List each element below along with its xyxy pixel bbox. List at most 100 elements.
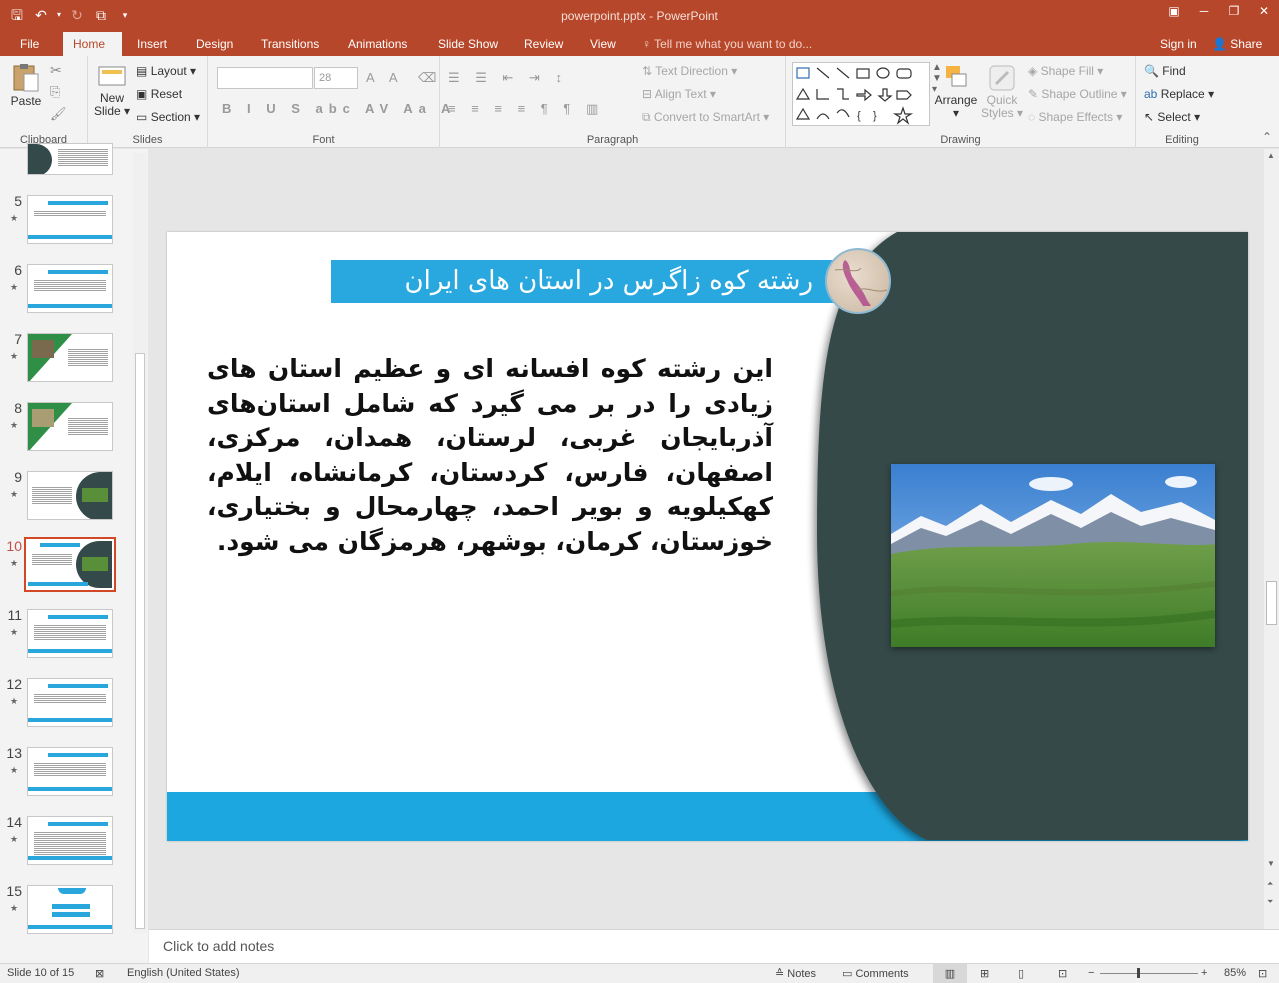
thumb-text-lines [68, 348, 108, 366]
minimize-icon[interactable]: ─ [1189, 0, 1219, 24]
slideshow-view-icon[interactable]: ⊡ [1058, 967, 1067, 980]
slide-title[interactable]: رشته کوه زاگرس در استان های ایران [331, 260, 841, 303]
zoom-level[interactable]: 85% [1224, 967, 1246, 979]
ribbon-display-icon[interactable]: ▣ [1159, 0, 1189, 24]
slide-number: 8 [14, 400, 22, 416]
tab-animations[interactable]: Animations [338, 32, 417, 56]
slide-thumbnail-14[interactable]: 14 ★ [0, 814, 130, 870]
slide-thumbnail-8[interactable]: 8 ★ [0, 400, 130, 456]
paragraph-group: ☰ ☰ ⇤ ⇥ ↕ ≡ ≡ ≡ ≡ ¶ ¶ ▥ ⇅ Text Direction… [440, 56, 786, 148]
slide-canvas[interactable]: رشته کوه زاگرس در استان های ایران این رش… [167, 232, 1248, 841]
mountain-landscape-photo[interactable] [891, 464, 1215, 647]
slide-thumbnail-6[interactable]: 6 ★ [0, 262, 130, 318]
notes-placeholder[interactable]: Click to add notes [163, 938, 274, 954]
copy-icon[interactable]: ⎘ [50, 84, 60, 100]
tab-file[interactable]: File [10, 32, 49, 56]
notes-toggle[interactable]: ≙ Notes [775, 967, 816, 980]
slide-thumbnail-13[interactable]: 13 ★ [0, 745, 130, 801]
slide-sorter-icon[interactable]: ⊞ [980, 967, 989, 980]
collapse-ribbon-icon[interactable]: ⌃ [1262, 130, 1272, 144]
slide-number: 12 [6, 676, 22, 692]
font-size-box[interactable]: 28 [314, 67, 358, 89]
find-button[interactable]: 🔍 Find [1144, 64, 1186, 78]
notes-pane[interactable]: Click to add notes [149, 929, 1279, 963]
shape-effects-button[interactable]: ◌ Shape Effects ▾ [1028, 110, 1122, 124]
slide-thumbnail-12[interactable]: 12 ★ [0, 676, 130, 732]
font-format-row[interactable]: B I U S abc AV Aa A [222, 101, 456, 116]
shapes-gallery[interactable]: {} [792, 62, 930, 126]
replace-button[interactable]: ab Replace ▾ [1144, 87, 1214, 101]
text-direction-button[interactable]: ⇅ Text Direction ▾ [642, 64, 737, 78]
format-painter-icon[interactable]: 🖌 [50, 106, 67, 122]
new-slide-button[interactable]: New Slide ▾ [94, 60, 130, 118]
tab-home[interactable]: Home [63, 32, 122, 56]
reset-button[interactable]: ▣ Reset [136, 87, 182, 101]
section-button[interactable]: ▭ Section ▾ [136, 110, 200, 124]
previous-slide-icon[interactable]: ⏶ [1267, 879, 1273, 889]
comments-toggle[interactable]: ▭ Comments [842, 967, 909, 980]
cut-icon[interactable]: ✂ [50, 62, 62, 79]
list-buttons-row[interactable]: ☰ ☰ ⇤ ⇥ ↕ [448, 70, 568, 86]
align-text-button[interactable]: ⊟ Align Text ▾ [642, 87, 716, 101]
reading-view-icon[interactable]: ▯ [1018, 967, 1024, 980]
slide-thumbnail-15[interactable]: 15 ★ [0, 883, 130, 939]
svg-text:{: { [857, 110, 861, 122]
thumbnail-scroll-thumb[interactable] [135, 353, 145, 929]
tab-view[interactable]: View [580, 32, 626, 56]
fit-slide-icon[interactable]: ⊡ [1258, 967, 1267, 980]
tab-transitions[interactable]: Transitions [251, 32, 329, 56]
slide-thumbnail-5[interactable]: 5 ★ [0, 193, 130, 249]
slide-thumbnail-7[interactable]: 7 ★ [0, 331, 130, 387]
sign-in-link[interactable]: Sign in [1160, 32, 1197, 56]
zoom-slider-track[interactable] [1100, 973, 1198, 974]
thumb-title-bar [40, 543, 80, 547]
thumbnail-scrollbar[interactable] [133, 153, 147, 933]
slide-thumbnail-11[interactable]: 11 ★ [0, 607, 130, 663]
slide-scrollbar[interactable]: ▲ ▼ ⏶ ⏷ [1264, 149, 1279, 929]
slide-thumbnail-10[interactable]: 10 ★ [0, 537, 130, 594]
next-slide-icon[interactable]: ⏷ [1267, 897, 1273, 907]
font-name-box[interactable] [217, 67, 313, 89]
slide-number: 11 [7, 607, 22, 623]
quick-styles-button[interactable]: Quick Styles ▾ [980, 62, 1024, 120]
tab-slide-show[interactable]: Slide Show [428, 32, 508, 56]
thumb-text-lines [32, 486, 72, 504]
language-indicator[interactable]: English (United States) [127, 967, 240, 979]
normal-view-icon[interactable]: ▥ [933, 964, 967, 983]
close-icon[interactable]: ✕ [1249, 0, 1279, 24]
select-button[interactable]: ↖ Select ▾ [1144, 110, 1200, 124]
tell-me-box[interactable]: ♀ Tell me what you want to do... [642, 32, 812, 56]
quick-styles-icon [989, 65, 1015, 91]
align-buttons-row[interactable]: ≡ ≡ ≡ ≡ ¶ ¶ ▥ [448, 101, 604, 117]
slide-scroll-thumb[interactable] [1266, 581, 1277, 625]
paste-button[interactable]: Paste [8, 62, 44, 108]
share-button[interactable]: 👤 Share [1212, 32, 1262, 56]
zoom-slider-thumb[interactable] [1137, 968, 1140, 978]
slide-thumbnail-9[interactable]: 9 ★ [0, 469, 130, 525]
font-size-grow-shrink[interactable]: A A [366, 70, 404, 85]
restore-icon[interactable]: ❐ [1219, 0, 1249, 24]
thumb-text-lines [34, 279, 106, 291]
arrange-button[interactable]: Arrange ▾ [934, 62, 978, 120]
thumb-text-lines [58, 148, 108, 166]
smartart-button[interactable]: ⧉ Convert to SmartArt ▾ [642, 110, 769, 125]
thumb-bottom-bar [28, 582, 88, 586]
clear-format-icon[interactable]: ⌫ [418, 70, 442, 86]
zoom-out-icon[interactable]: − [1088, 967, 1094, 979]
thumb-photo [82, 488, 108, 502]
animation-star-icon: ★ [10, 420, 19, 430]
scroll-down-icon[interactable]: ▼ [1267, 859, 1275, 868]
slide-thumbnail-partial[interactable] [27, 143, 113, 175]
zoom-in-icon[interactable]: + [1201, 967, 1207, 979]
replace-icon: ab [1144, 87, 1158, 101]
shape-fill-button[interactable]: ◈ Shape Fill ▾ [1028, 64, 1103, 78]
tab-insert[interactable]: Insert [127, 32, 177, 56]
slide-body-text[interactable]: این رشته کوه افسانه ای و عظیم استان های … [207, 352, 773, 559]
tab-design[interactable]: Design [186, 32, 243, 56]
shape-outline-button[interactable]: ✎ Shape Outline ▾ [1028, 87, 1127, 101]
spell-check-icon[interactable]: ⊠ [95, 967, 104, 980]
tab-review[interactable]: Review [514, 32, 573, 56]
layout-button[interactable]: ▤ Layout ▾ [136, 64, 196, 78]
scroll-up-icon[interactable]: ▲ [1267, 151, 1275, 160]
align-text-label: Align Text [654, 87, 707, 101]
